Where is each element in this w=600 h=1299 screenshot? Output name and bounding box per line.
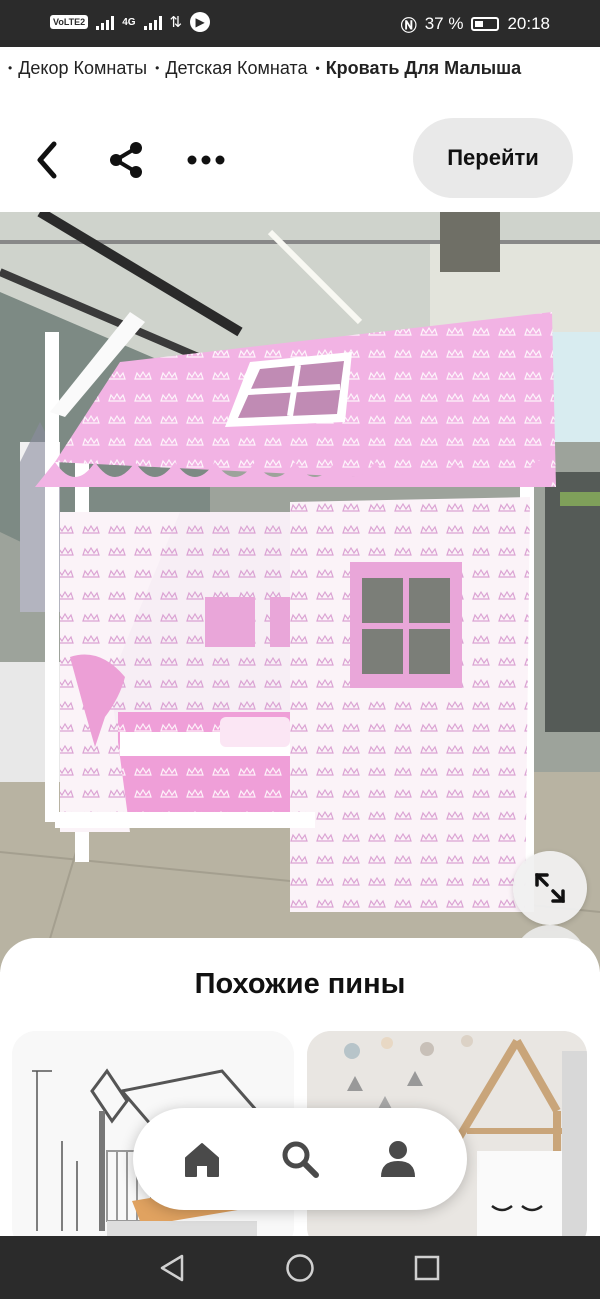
- clock: 20:18: [507, 14, 550, 33]
- more-button[interactable]: [184, 138, 228, 182]
- nfc-icon: Ⓝ: [400, 18, 417, 35]
- profile-icon: [381, 1141, 415, 1177]
- circle-home-icon: [286, 1254, 314, 1282]
- more-horizontal-icon: [187, 155, 225, 165]
- triangle-back-icon: [160, 1254, 184, 1282]
- system-home-button[interactable]: [282, 1250, 318, 1286]
- breadcrumb-item-current[interactable]: Кровать Для Малыша: [315, 58, 522, 88]
- bed-house-photo: [0, 212, 600, 972]
- breadcrumb: Декор Комнаты Детская Комната Кровать Дл…: [0, 58, 600, 88]
- related-pins-title: Похожие пины: [194, 968, 406, 1000]
- system-back-button[interactable]: [154, 1250, 190, 1286]
- share-button[interactable]: [104, 138, 148, 182]
- signal-icon-2: [143, 14, 162, 30]
- home-icon: [185, 1143, 219, 1177]
- expand-icon: [535, 873, 565, 903]
- breadcrumb-item[interactable]: Декор Комнаты: [8, 58, 147, 88]
- volte-icon: VoLTE2: [50, 15, 89, 29]
- search-tab[interactable]: [270, 1129, 330, 1189]
- visit-button[interactable]: Перейти: [413, 118, 573, 198]
- battery-icon: [471, 17, 500, 31]
- breadcrumb-item[interactable]: Детская Комната: [155, 58, 307, 88]
- battery-percent: 37 %: [424, 14, 464, 33]
- pin-image[interactable]: [0, 212, 600, 972]
- expand-button[interactable]: [513, 851, 587, 925]
- search-icon: [282, 1141, 319, 1178]
- network-type: 4G: [122, 16, 136, 28]
- status-bar: VoLTE2 4G ⇅ ▶ Ⓝ 37 % 20:18: [0, 0, 600, 47]
- profile-tab[interactable]: [368, 1129, 428, 1189]
- back-button[interactable]: [25, 138, 69, 182]
- chevron-left-icon: [37, 141, 57, 179]
- system-navigation-bar: [0, 1236, 600, 1299]
- signal-icon: [96, 14, 115, 30]
- square-recents-icon: [414, 1255, 440, 1281]
- pin-toolbar: Перейти: [0, 118, 600, 200]
- play-icon: ▶: [190, 12, 211, 32]
- status-bar-left: VoLTE2 4G ⇅ ▶: [50, 12, 211, 32]
- home-tab[interactable]: [172, 1129, 232, 1189]
- data-transfer-icon: ⇅: [169, 14, 183, 31]
- share-icon: [110, 142, 142, 178]
- system-recents-button[interactable]: [409, 1250, 445, 1286]
- status-bar-right: Ⓝ 37 % 20:18: [401, 12, 550, 36]
- bottom-navigation: [133, 1108, 467, 1210]
